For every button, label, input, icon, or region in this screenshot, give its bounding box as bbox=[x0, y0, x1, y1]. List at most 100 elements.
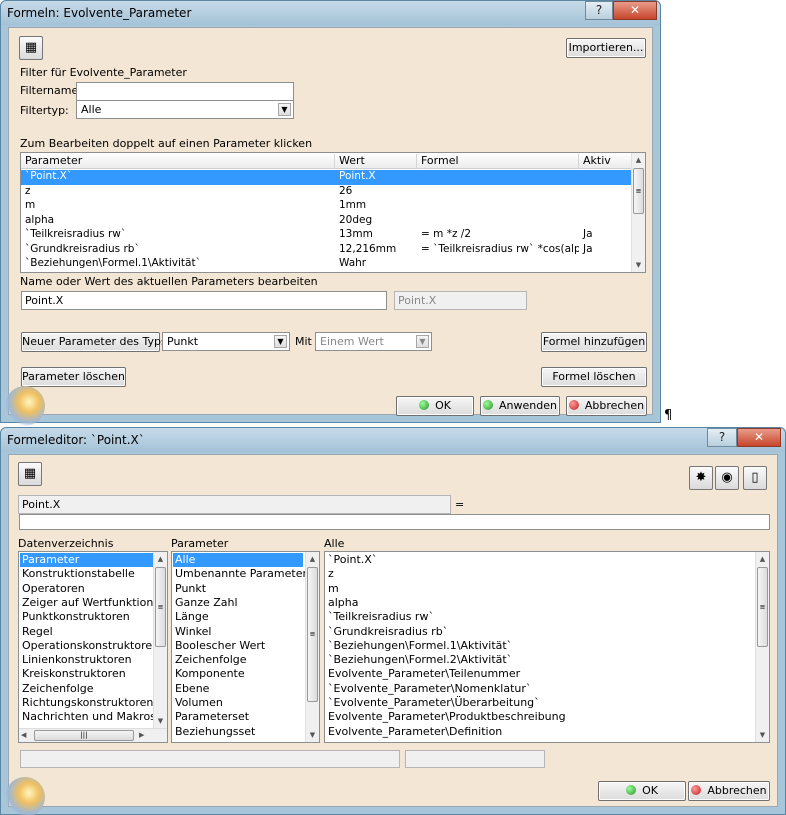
column-header[interactable]: Formel bbox=[417, 154, 579, 169]
list-item[interactable]: Regel bbox=[20, 625, 153, 639]
delete-parameter-button[interactable]: Parameter löschen bbox=[21, 367, 126, 387]
list-item[interactable]: Beziehungsset bbox=[173, 725, 303, 739]
list-item[interactable]: Nachrichten und Makros bbox=[20, 710, 156, 724]
chevron-down-icon[interactable]: ▼ bbox=[278, 103, 291, 116]
list-item[interactable]: alpha bbox=[326, 596, 754, 610]
list-item[interactable]: `Point.X` bbox=[326, 553, 754, 567]
filtertyp-select[interactable]: Alle ▼ bbox=[76, 100, 294, 119]
list-item[interactable]: Punkt bbox=[173, 582, 303, 596]
help-button[interactable]: ? bbox=[585, 1, 613, 20]
scroll-down-icon[interactable]: ▼ bbox=[756, 728, 769, 742]
ok-button[interactable]: OK bbox=[396, 396, 474, 416]
parameter-type-scrollbar[interactable]: ▲ ≡ ▼ bbox=[305, 552, 319, 742]
apply-button[interactable]: Anwenden bbox=[480, 396, 560, 416]
list-item[interactable]: Konstruktionstabelle bbox=[20, 567, 153, 581]
title-bar[interactable]: Formeleditor: `Point.X` ? ✕ bbox=[1, 428, 785, 452]
scroll-down-icon[interactable]: ▼ bbox=[632, 258, 645, 272]
members-list[interactable]: `Point.X` z m alpha `Teilkreisradius rw` `Gru… bbox=[324, 551, 770, 743]
scroll-right-icon[interactable]: ▶ bbox=[139, 731, 144, 739]
cancel-button[interactable]: Abbrechen bbox=[688, 781, 770, 801]
list-item[interactable]: Winkel bbox=[173, 625, 303, 639]
table-row[interactable]: alpha 20deg bbox=[21, 214, 633, 229]
members-scrollbar[interactable]: ▲ ≡ ▼ bbox=[755, 552, 769, 742]
list-item[interactable]: `Grundkreisradius rb` bbox=[326, 625, 754, 639]
scroll-up-icon[interactable]: ▲ bbox=[632, 153, 645, 167]
scroll-up-icon[interactable]: ▲ bbox=[306, 552, 319, 566]
list-item[interactable]: z bbox=[326, 567, 754, 581]
list-item[interactable]: Zeiger auf Wertfunktionen bbox=[20, 596, 167, 610]
dictionary-list[interactable]: Parameter Konstruktionstabelle Operatoren Z… bbox=[18, 551, 168, 743]
import-button[interactable]: Importieren... bbox=[566, 38, 646, 58]
list-item[interactable]: Linienkonstruktoren bbox=[20, 653, 153, 667]
list-item[interactable]: Länge bbox=[173, 610, 303, 624]
parameter-type-select[interactable]: Punkt ▼ bbox=[162, 332, 290, 351]
list-item[interactable]: Operationskonstruktoren bbox=[20, 639, 159, 653]
scroll-thumb[interactable]: ≡ bbox=[155, 567, 166, 647]
table-row[interactable]: `Beziehungen\Formel.1\Aktivität` Wahr bbox=[21, 257, 633, 272]
param-name-input[interactable]: Point.X bbox=[21, 291, 387, 310]
list-item[interactable]: `Beziehungen\Formel.2\Aktivität` bbox=[326, 653, 754, 667]
measure-icon[interactable]: ✸ bbox=[689, 466, 713, 490]
list-item[interactable]: Operatoren bbox=[20, 582, 153, 596]
list-item[interactable]: Evolvente_Parameter\Teilenummer bbox=[326, 667, 754, 681]
list-item[interactable]: Parameterset bbox=[173, 710, 303, 724]
list-item[interactable]: Ganze Zahl bbox=[173, 596, 303, 610]
column-header[interactable]: Aktiv bbox=[579, 154, 633, 169]
formula-filter-icon[interactable]: ▦ bbox=[19, 36, 43, 60]
list-item[interactable]: `Beziehungen\Formel.1\Aktivität` bbox=[326, 639, 754, 653]
table-row[interactable]: `Point.X` Point.X bbox=[21, 170, 633, 185]
close-button[interactable]: ✕ bbox=[737, 428, 781, 447]
scroll-down-icon[interactable]: ▼ bbox=[154, 714, 167, 728]
scroll-left-icon[interactable]: ◀ bbox=[21, 731, 26, 739]
formula-editor-icon[interactable]: ▦ bbox=[18, 462, 42, 486]
list-item[interactable]: Boolescher Wert bbox=[173, 639, 303, 653]
column-header[interactable]: Wert bbox=[335, 154, 417, 169]
list-item[interactable]: Punktkonstruktoren bbox=[20, 610, 153, 624]
list-item[interactable]: `Evolvente_Parameter\Überarbeitung` bbox=[326, 696, 754, 710]
cancel-button[interactable]: Abbrechen bbox=[566, 396, 647, 416]
list-item[interactable]: Ebene bbox=[173, 682, 303, 696]
list-item[interactable]: Evolvente_Parameter\Definition bbox=[326, 725, 754, 739]
list-item[interactable]: `Teilkreisradius rw` bbox=[326, 610, 754, 624]
table-row[interactable]: z 26 bbox=[21, 185, 633, 200]
close-button[interactable]: ✕ bbox=[613, 1, 657, 20]
table-row[interactable]: m 1mm bbox=[21, 199, 633, 214]
new-parameter-button[interactable]: Neuer Parameter des Typs bbox=[21, 332, 167, 352]
title-bar[interactable]: Formeln: Evolvente_Parameter ? ✕ bbox=[1, 1, 660, 25]
scroll-thumb[interactable]: ||| bbox=[34, 730, 134, 741]
scroll-down-icon[interactable]: ▼ bbox=[306, 728, 319, 742]
scroll-thumb[interactable]: ≡ bbox=[757, 567, 768, 647]
table-scrollbar[interactable]: ▲ ≡ ▼ bbox=[631, 153, 645, 272]
list-item[interactable]: m bbox=[326, 582, 754, 596]
scroll-up-icon[interactable]: ▲ bbox=[756, 552, 769, 566]
list-item[interactable]: Richtungskonstruktoren bbox=[20, 696, 153, 710]
dictionary-scrollbar[interactable]: ▲ ≡ ▼ bbox=[153, 552, 167, 728]
parameter-type-list[interactable]: Alle Umbenannte Parameter Punkt Ganze Zahl L… bbox=[171, 551, 320, 743]
list-item[interactable]: Komponente bbox=[173, 667, 303, 681]
delete-formula-button[interactable]: Formel löschen bbox=[541, 367, 647, 387]
column-header[interactable]: Parameter bbox=[21, 154, 335, 169]
list-item[interactable]: Parameter bbox=[20, 553, 153, 568]
list-item[interactable]: Volumen bbox=[173, 696, 303, 710]
list-item[interactable]: Alle bbox=[173, 553, 303, 568]
scroll-thumb[interactable]: ≡ bbox=[307, 567, 318, 702]
table-row[interactable]: `Teilkreisradius rw` 13mm = m *z /2 Ja bbox=[21, 228, 633, 243]
horizontal-scrollbar[interactable]: ◀ ||| ▶ bbox=[19, 728, 167, 742]
help-button[interactable]: ? bbox=[707, 428, 737, 447]
list-item[interactable]: Zeichenfolge bbox=[173, 653, 303, 667]
ok-button[interactable]: OK bbox=[598, 781, 686, 801]
scroll-thumb[interactable]: ≡ bbox=[633, 168, 644, 214]
table-row[interactable]: `Grundkreisradius rb` 12,216mm = `Teilkr… bbox=[21, 243, 633, 258]
parameter-table[interactable]: Parameter Wert Formel Aktiv `Point.X` Po… bbox=[20, 152, 646, 273]
scroll-up-icon[interactable]: ▲ bbox=[154, 552, 167, 566]
chevron-down-icon[interactable]: ▼ bbox=[274, 335, 287, 348]
list-item[interactable]: `Evolvente_Parameter\Nomenklatur` bbox=[326, 682, 754, 696]
filtername-input[interactable] bbox=[76, 82, 294, 101]
formula-input[interactable] bbox=[19, 514, 770, 530]
list-item[interactable]: Zeichenfolge bbox=[20, 682, 153, 696]
list-item[interactable]: Umbenannte Parameter bbox=[173, 567, 307, 581]
dictionary-icon[interactable]: ◉ bbox=[715, 466, 739, 490]
list-item[interactable]: Evolvente_Parameter\Produktbeschreibung bbox=[326, 710, 754, 724]
eraser-icon[interactable]: ▯ bbox=[743, 466, 767, 490]
list-item[interactable]: Kreiskonstruktoren bbox=[20, 667, 153, 681]
